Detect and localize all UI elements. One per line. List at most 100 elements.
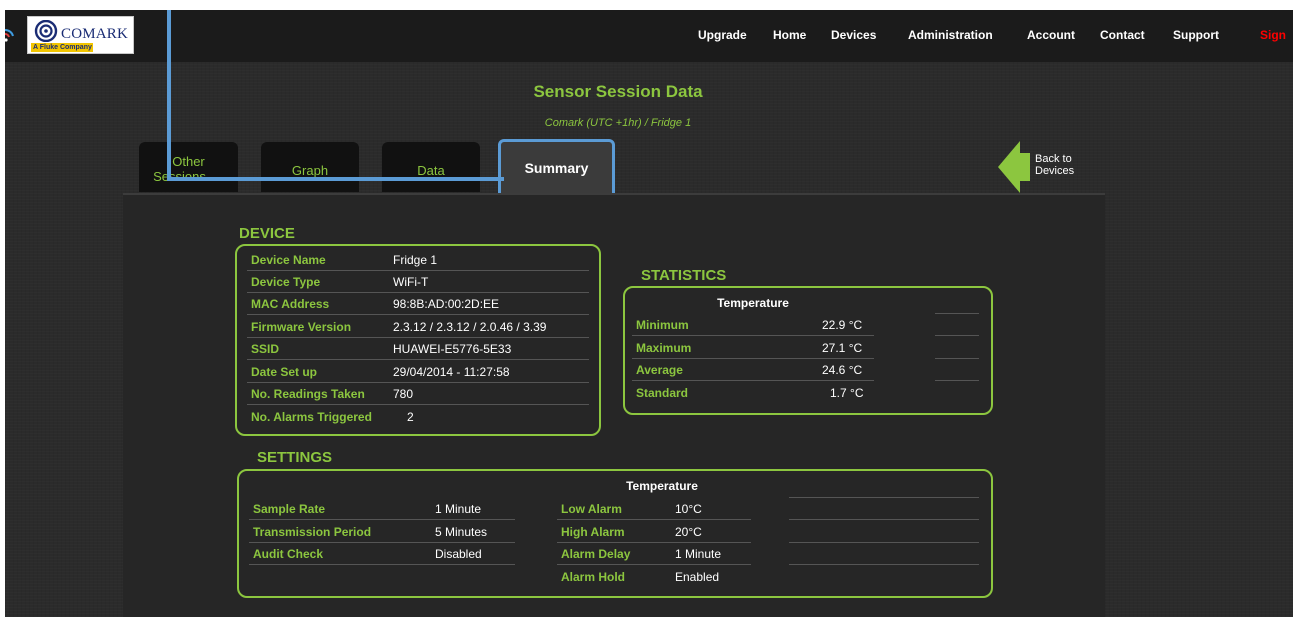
statistics-box: Temperature Minimum 22.9 °C Maximum 27.1… (623, 286, 993, 415)
settings-box: Temperature Sample Rate 1 Minute Transmi… (237, 469, 993, 598)
device-row-label: No. Alarms Triggered (251, 410, 372, 424)
nav-support[interactable]: Support (1173, 28, 1219, 42)
device-row-value: 29/04/2014 - 11:27:58 (393, 365, 510, 379)
statistics-column-header: Temperature (717, 296, 789, 310)
settings-left-value: 5 Minutes (435, 525, 488, 539)
page-title: Sensor Session Data (533, 82, 703, 101)
device-row-value: 2.3.12 / 2.3.12 / 2.0.46 / 3.39 (393, 320, 547, 334)
device-row-label: Firmware Version (251, 320, 352, 334)
statistics-spacer-line (935, 314, 979, 336)
callout-line-vertical (167, 10, 171, 181)
statistics-row-value: 24.6 °C (822, 363, 863, 377)
statistics-row-value: 1.7 °C (830, 386, 864, 400)
comark-swirl-icon (34, 20, 58, 42)
back-label-line1: Back to (1035, 153, 1072, 165)
statistics-row: Standard 1.7 °C (632, 382, 874, 404)
device-row: Device Name Fridge 1 (247, 249, 589, 271)
device-row-label: Device Type (251, 275, 321, 289)
top-navigation-bar: COMARK A Fluke Company Upgrade Home Devi… (5, 10, 1293, 62)
tab-data[interactable]: Data (382, 142, 480, 192)
settings-right-label: High Alarm (561, 525, 625, 539)
settings-right-row: Alarm Hold Enabled (557, 566, 751, 588)
device-row-value: WiFi-T (393, 275, 429, 289)
nav-administration[interactable]: Administration (908, 28, 993, 42)
settings-right-label: Low Alarm (561, 502, 622, 516)
device-row-label: MAC Address (251, 297, 330, 311)
device-row: Date Set up 29/04/2014 - 11:27:58 (247, 361, 589, 383)
settings-right-label: Alarm Hold (561, 570, 626, 584)
device-row: Firmware Version 2.3.12 / 2.3.12 / 2.0.4… (247, 316, 589, 338)
settings-right-row: High Alarm 20°C (557, 521, 751, 543)
statistics-row: Average 24.6 °C (632, 359, 874, 381)
settings-spacer-line (789, 498, 979, 520)
tab-graph-label: Graph (291, 163, 329, 178)
comark-logo[interactable]: COMARK A Fluke Company (27, 16, 134, 54)
back-arrow-icon (998, 141, 1030, 193)
settings-left-row: Audit Check Disabled (249, 543, 515, 565)
statistics-row-value: 22.9 °C (822, 318, 863, 332)
settings-right-value: 10°C (675, 502, 702, 516)
nav-sign-out[interactable]: Sign (1260, 28, 1286, 42)
statistics-row-label: Average (636, 363, 683, 377)
settings-left-label: Sample Rate (253, 502, 326, 516)
device-row: MAC Address 98:8B:AD:00:2D:EE (247, 293, 589, 315)
device-row-value: HUAWEI-E5776-5E33 (393, 342, 512, 356)
settings-right-value: 20°C (675, 525, 702, 539)
device-row-label: No. Readings Taken (251, 387, 365, 401)
statistics-row-label: Maximum (636, 341, 692, 355)
device-row-value: 98:8B:AD:00:2D:EE (393, 297, 500, 311)
settings-heading: SETTINGS (257, 449, 333, 466)
back-to-devices-label: Back to Devices (1035, 153, 1074, 177)
settings-spacer-line (789, 476, 979, 498)
settings-column-header: Temperature (626, 479, 698, 493)
nav-account[interactable]: Account (1027, 28, 1075, 42)
settings-left-value: Disabled (435, 547, 482, 561)
tab-other-sessions-label-line1: Other (172, 154, 205, 169)
statistics-spacer-line (935, 337, 979, 359)
settings-spacer-line (789, 521, 979, 543)
statistics-row-label: Standard (636, 386, 689, 400)
device-row: No. Alarms Triggered 2 (247, 406, 589, 428)
settings-right-label: Alarm Delay (561, 547, 631, 561)
app-window: COMARK A Fluke Company Upgrade Home Devi… (5, 10, 1293, 617)
settings-left-value: 1 Minute (435, 502, 482, 516)
settings-right-value: Enabled (675, 570, 720, 584)
device-heading: DEVICE (239, 225, 295, 242)
statistics-row-value: 27.1 °C (822, 341, 863, 355)
page-subtitle: Comark (UTC +1hr) / Fridge 1 (544, 117, 692, 129)
tab-graph[interactable]: Graph (261, 142, 359, 192)
nav-contact[interactable]: Contact (1100, 28, 1145, 42)
tab-summary[interactable]: Summary (498, 139, 615, 196)
device-row: SSID HUAWEI-E5776-5E33 (247, 338, 589, 360)
nav-upgrade[interactable]: Upgrade (698, 28, 747, 42)
statistics-spacer-line (935, 359, 979, 381)
device-row-value: 2 (407, 410, 414, 424)
device-box: Device Name Fridge 1 Device Type WiFi-T … (235, 244, 601, 436)
callout-line-horizontal (167, 177, 504, 181)
statistics-row: Maximum 27.1 °C (632, 337, 874, 359)
brand-name: COMARK (61, 26, 129, 42)
tab-data-label: Data (417, 163, 445, 178)
statistics-heading: STATISTICS (641, 267, 727, 284)
settings-left-row: Sample Rate 1 Minute (249, 498, 515, 520)
statistics-row: Minimum 22.9 °C (632, 314, 874, 336)
back-label-line2: Devices (1035, 165, 1075, 177)
device-row-value: 780 (393, 387, 414, 401)
statistics-spacer-line (935, 292, 979, 314)
settings-left-row: Transmission Period 5 Minutes (249, 521, 515, 543)
settings-right-row: Alarm Delay 1 Minute (557, 543, 751, 565)
tab-other-sessions[interactable]: Other Sessions (139, 142, 238, 192)
device-row-label: Date Set up (251, 365, 318, 379)
settings-right-row: Low Alarm 10°C (557, 498, 751, 520)
back-to-devices-button[interactable]: Back to Devices (998, 141, 1088, 193)
device-row: Device Type WiFi-T (247, 271, 589, 293)
nav-devices[interactable]: Devices (831, 28, 876, 42)
summary-panel: DEVICE Device Name Fridge 1 Device Type … (123, 193, 1105, 617)
nav-home[interactable]: Home (773, 28, 806, 42)
brand-tagline: A Fluke Company (31, 43, 93, 52)
settings-left-label: Transmission Period (253, 525, 372, 539)
settings-spacer-line (789, 543, 979, 565)
device-row-label: Device Name (251, 253, 326, 267)
device-row: No. Readings Taken 780 (247, 383, 589, 405)
settings-left-label: Audit Check (253, 547, 324, 561)
